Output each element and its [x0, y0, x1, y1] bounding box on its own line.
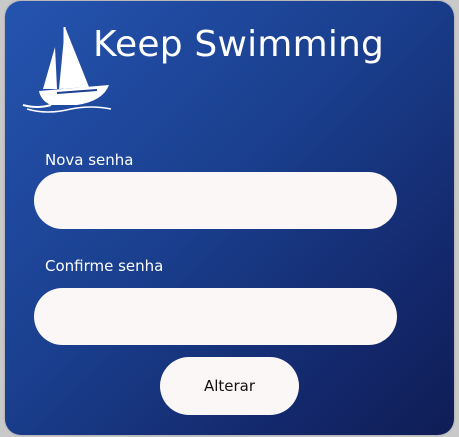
submit-button[interactable]: Alterar: [160, 357, 299, 415]
app-title: Keep Swimming: [93, 24, 385, 65]
new-password-input[interactable]: [34, 172, 397, 229]
new-password-label: Nova senha: [45, 151, 134, 169]
change-password-card: Keep Swimming Nova senha Confirme senha …: [5, 1, 454, 435]
confirm-password-input[interactable]: [34, 288, 397, 345]
confirm-password-label: Confirme senha: [45, 257, 164, 275]
